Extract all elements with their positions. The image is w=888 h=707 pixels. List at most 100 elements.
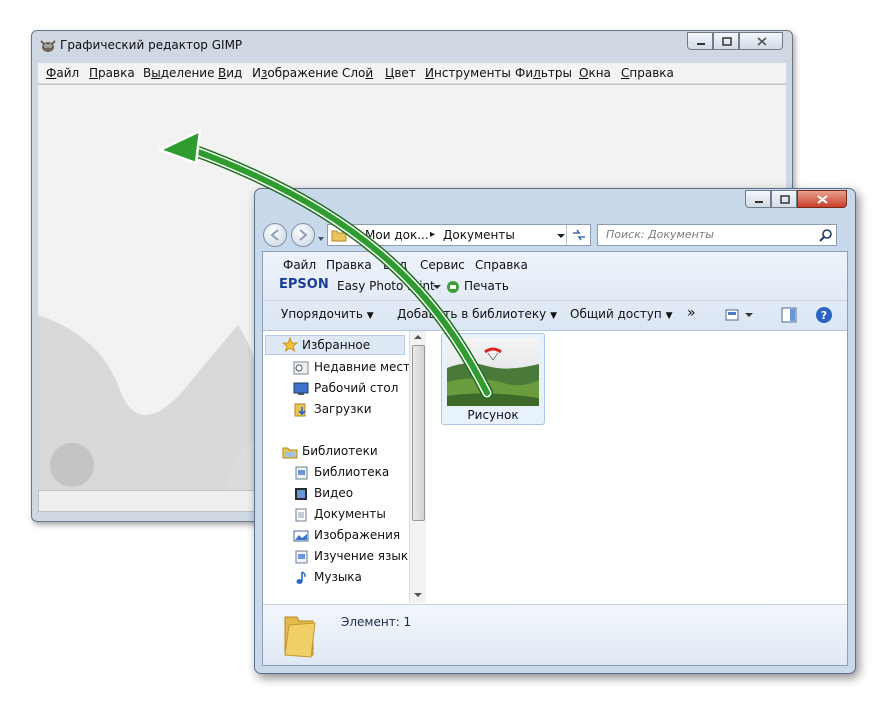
address-prefix: « bbox=[350, 228, 358, 242]
menu-filters[interactable]: Фильтры bbox=[515, 66, 572, 80]
nav-libraries-header[interactable]: Библиотеки bbox=[302, 444, 378, 458]
scrollbar-thumb[interactable] bbox=[412, 345, 425, 521]
minimize-icon bbox=[697, 43, 705, 45]
back-arrow-icon bbox=[270, 229, 279, 241]
nav-documents[interactable]: Документы bbox=[314, 507, 386, 521]
nav-video[interactable]: Видео bbox=[314, 486, 353, 500]
nav-desktop[interactable]: Рабочий стол bbox=[314, 381, 398, 395]
music-icon bbox=[296, 571, 306, 584]
refresh-button[interactable] bbox=[566, 225, 591, 245]
recent-pages-dropdown[interactable] bbox=[317, 229, 325, 241]
scroll-up-icon[interactable] bbox=[410, 331, 426, 343]
chevron-down-icon: ▼ bbox=[550, 311, 557, 321]
desktop-icon bbox=[293, 382, 309, 395]
explorer-maximize-button[interactable] bbox=[771, 190, 797, 208]
gimp-menu-bar: Файл Правка Выделение Вид Изображение Сл… bbox=[38, 63, 786, 83]
minimize-icon bbox=[755, 201, 763, 203]
menu-edit[interactable]: Правка bbox=[326, 258, 372, 272]
menu-file[interactable]: Файл bbox=[283, 258, 316, 272]
favorites-header[interactable]: Избранное bbox=[265, 335, 405, 355]
gimp-maximize-button[interactable] bbox=[713, 32, 739, 50]
help-icon[interactable]: ? bbox=[815, 306, 833, 324]
gimp-close-button[interactable] bbox=[739, 32, 783, 50]
menu-help[interactable]: Справка bbox=[621, 66, 674, 80]
epson-brand: EPSON bbox=[279, 277, 329, 292]
menu-view[interactable]: Вид bbox=[218, 66, 242, 80]
chevron-down-icon[interactable] bbox=[432, 282, 442, 292]
navigation-pane: Избранное Недавние места Рабочий стол За… bbox=[263, 331, 427, 603]
add-to-library-button[interactable]: Добавить в библиотеку ▼ bbox=[397, 307, 557, 321]
back-button[interactable] bbox=[263, 223, 287, 247]
library-icon bbox=[295, 466, 308, 480]
explorer-minimize-button[interactable] bbox=[745, 190, 771, 208]
menu-tools[interactable]: Инструменты bbox=[425, 66, 511, 80]
file-list: Рисунок bbox=[427, 331, 847, 603]
documents-icon bbox=[295, 508, 307, 522]
file-item[interactable]: Рисунок bbox=[441, 333, 545, 425]
close-icon bbox=[817, 195, 828, 204]
more-commands-button[interactable]: » bbox=[687, 305, 696, 321]
search-icon[interactable] bbox=[818, 227, 834, 243]
nav-language-learning[interactable]: Изучение языка bbox=[314, 549, 415, 563]
video-icon bbox=[295, 488, 307, 500]
folder-large-icon bbox=[284, 616, 316, 658]
item-count: Элемент: 1 bbox=[341, 615, 412, 629]
toolbar-divider bbox=[263, 300, 847, 301]
close-icon bbox=[757, 37, 767, 46]
organize-button[interactable]: Упорядочить ▼ bbox=[281, 307, 374, 321]
epson-easy-photo-print[interactable]: Easy Photo Print bbox=[337, 279, 435, 293]
explorer-content-frame: Файл Правка Вид Сервис Справка EPSON Eas… bbox=[262, 251, 848, 666]
explorer-close-button[interactable] bbox=[797, 190, 847, 208]
menu-image[interactable]: Изображение bbox=[252, 66, 338, 80]
print-button[interactable]: Печать bbox=[464, 279, 509, 293]
nav-music[interactable]: Музыка bbox=[314, 570, 362, 584]
menu-tools[interactable]: Сервис bbox=[420, 258, 465, 272]
maximize-icon bbox=[722, 37, 732, 46]
language-library-icon bbox=[295, 550, 308, 564]
recent-places-icon bbox=[293, 361, 309, 375]
file-name: Рисунок bbox=[467, 408, 519, 422]
nav-downloads[interactable]: Загрузки bbox=[314, 402, 372, 416]
svg-text:?: ? bbox=[821, 309, 827, 322]
chevron-down-icon bbox=[318, 237, 324, 241]
menu-file[interactable]: Файл bbox=[46, 66, 79, 80]
breadcrumb-my-documents[interactable]: Мои док... bbox=[365, 228, 429, 242]
forward-button[interactable] bbox=[291, 223, 315, 247]
print-icon bbox=[447, 281, 459, 293]
chevron-down-icon: ▼ bbox=[366, 311, 374, 321]
menu-help[interactable]: Справка bbox=[475, 258, 528, 272]
menu-edit[interactable]: Правка bbox=[89, 66, 135, 80]
address-bar[interactable]: « Мои док... ▸ Документы bbox=[327, 224, 591, 246]
search-box[interactable]: Поиск: Документы bbox=[597, 224, 837, 246]
share-button[interactable]: Общий доступ ▼ bbox=[570, 307, 672, 321]
libraries-icon bbox=[282, 447, 298, 459]
breadcrumb-documents[interactable]: Документы bbox=[443, 228, 515, 242]
menu-view[interactable]: Вид bbox=[383, 258, 407, 272]
chevron-down-icon: ▼ bbox=[665, 311, 673, 321]
nav-pictures[interactable]: Изображения bbox=[314, 528, 400, 542]
search-input[interactable]: Поиск: Документы bbox=[606, 228, 714, 241]
navigation-scrollbar[interactable] bbox=[409, 331, 426, 603]
refresh-icon bbox=[573, 229, 585, 241]
explorer-window: « Мои док... ▸ Документы Поиск: Документ… bbox=[254, 188, 856, 674]
nav-library[interactable]: Библиотека bbox=[314, 465, 389, 479]
address-dropdown-icon[interactable] bbox=[556, 231, 566, 241]
scroll-down-icon[interactable] bbox=[410, 589, 426, 601]
maximize-icon bbox=[780, 195, 790, 204]
gimp-icon bbox=[40, 40, 56, 52]
forward-arrow-icon bbox=[299, 229, 308, 241]
view-options-icon[interactable] bbox=[725, 308, 755, 322]
breadcrumb-separator-icon[interactable]: ▸ bbox=[430, 229, 435, 240]
menu-layer[interactable]: Слой bbox=[342, 66, 373, 80]
gimp-minimize-button[interactable] bbox=[687, 32, 713, 50]
gimp-title-bar[interactable]: Графический редактор GIMP bbox=[32, 31, 792, 61]
gimp-window-title: Графический редактор GIMP bbox=[60, 38, 243, 52]
nav-recent-places[interactable]: Недавние места bbox=[314, 360, 417, 374]
preview-pane-icon[interactable] bbox=[781, 307, 797, 323]
menu-select[interactable]: Выделение bbox=[143, 66, 214, 80]
menu-windows[interactable]: Окна bbox=[579, 66, 611, 80]
menu-color[interactable]: Цвет bbox=[385, 66, 416, 80]
details-pane: Элемент: 1 bbox=[263, 604, 847, 665]
command-bar: Файл Правка Вид Сервис Справка EPSON Eas… bbox=[263, 252, 847, 331]
downloads-icon bbox=[294, 403, 306, 417]
